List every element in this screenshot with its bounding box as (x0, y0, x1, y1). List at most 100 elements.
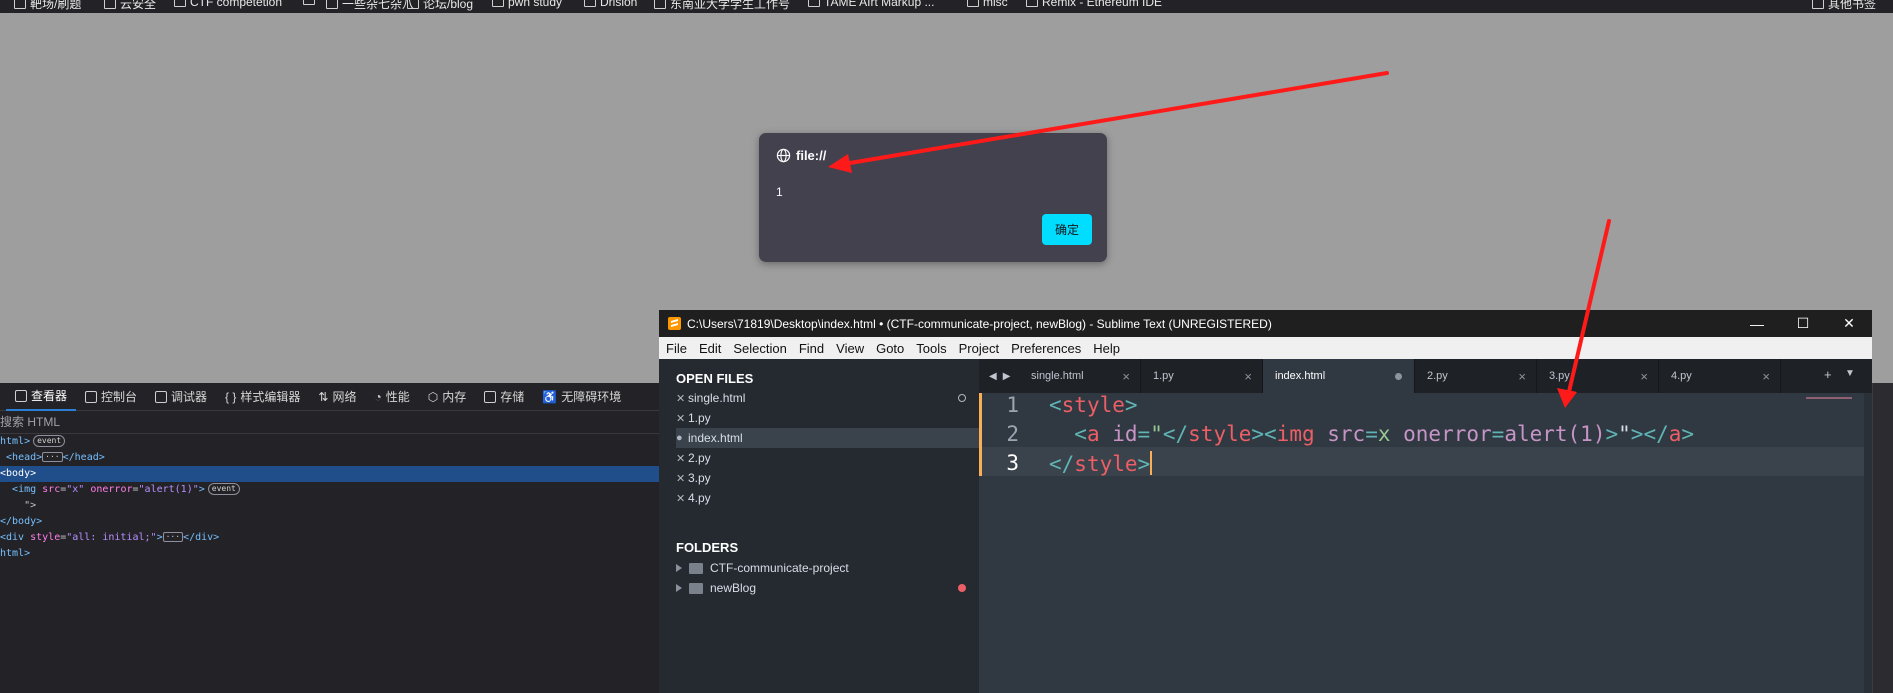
minimize-button[interactable]: — (1734, 310, 1780, 337)
bookmark-item[interactable]: 靶场/刷题 (14, 0, 81, 12)
open-file-item-active[interactable]: ● index.html (676, 428, 979, 448)
event-badge[interactable]: event (207, 483, 240, 495)
dom-node[interactable]: <img src="x" onerror="alert(1)"> event (0, 482, 660, 498)
close-button[interactable]: ✕ (1826, 310, 1872, 337)
tab-bar: ◀ ▶ single.html × 1.py × index.html 2.py × 3… (979, 359, 1872, 393)
tab-prev-icon[interactable]: ◀ (989, 371, 997, 382)
dom-node-selected[interactable]: <body> (0, 466, 660, 482)
close-icon[interactable]: × (1122, 369, 1130, 384)
menu-file[interactable]: File (666, 341, 687, 356)
folder-icon (492, 0, 504, 7)
menu-view[interactable]: View (836, 341, 864, 356)
bookmark-item[interactable]: CTF competetion (174, 0, 282, 9)
close-icon[interactable]: ✕ (676, 392, 688, 405)
menu-edit[interactable]: Edit (699, 341, 721, 356)
network-icon: ⇅ (318, 389, 329, 404)
dom-node[interactable]: html> event (0, 434, 660, 450)
tab[interactable]: 3.py × (1537, 359, 1659, 393)
bookmark-item[interactable]: 论坛/blog (407, 0, 473, 12)
menu-project[interactable]: Project (959, 341, 999, 356)
close-icon[interactable]: × (1518, 369, 1526, 384)
tab[interactable]: 2.py × (1415, 359, 1537, 393)
unsaved-ring-icon (958, 394, 966, 402)
folder-item[interactable]: CTF-communicate-project (676, 558, 849, 578)
menu-tools[interactable]: Tools (916, 341, 946, 356)
tab-debugger[interactable]: 调试器 (146, 383, 216, 411)
bookmark-item[interactable] (303, 0, 319, 5)
tab[interactable]: 4.py × (1659, 359, 1781, 393)
bookmark-item[interactable]: 一些杂七杂八 (326, 0, 414, 12)
dom-node[interactable]: <head> ··· </head> (0, 450, 660, 466)
folder-icon (407, 0, 419, 9)
open-file-item[interactable]: ✕ single.html (676, 388, 979, 408)
tab-active[interactable]: index.html (1263, 359, 1415, 393)
menu-preferences[interactable]: Preferences (1011, 341, 1081, 356)
open-file-item[interactable]: ✕ 3.py (676, 468, 979, 488)
bookmark-item[interactable]: 其他书签 (1812, 0, 1876, 12)
maximize-button[interactable]: ☐ (1780, 310, 1826, 337)
tab-memory[interactable]: ⬡ 内存 (419, 383, 476, 411)
tab-performance[interactable]: ◔ 性能 (366, 383, 419, 411)
dirty-dot-icon (1395, 372, 1402, 380)
close-icon[interactable]: × (1762, 369, 1770, 384)
menu-find[interactable]: Find (799, 341, 824, 356)
tab-accessibility[interactable]: ♿ 无障碍环境 (533, 383, 630, 411)
collapsed-dots-icon[interactable]: ··· (42, 452, 63, 462)
bookmark-item[interactable]: TAME AIrt Markup ... (808, 0, 934, 9)
bookmark-item[interactable]: 云安全 (104, 0, 156, 12)
html-search-input[interactable]: 搜索 HTML (0, 411, 660, 434)
close-icon[interactable]: × (1244, 369, 1252, 384)
folder-icon (303, 0, 315, 5)
bookmark-item[interactable]: misc (967, 0, 1008, 9)
line-number: 2 (1006, 422, 1019, 446)
sublime-logo-icon (668, 317, 681, 330)
event-badge[interactable]: event (33, 435, 66, 447)
close-icon[interactable]: × (1640, 369, 1648, 384)
line-number-gutter: 1 2 3 (979, 393, 1049, 693)
tab[interactable]: 1.py × (1141, 359, 1263, 393)
bookmark-item[interactable]: 东南亚大学学生工作号 (654, 0, 790, 12)
alert-ok-button[interactable]: 确定 (1042, 214, 1092, 245)
tab-list-icon[interactable]: ▼ (1845, 368, 1855, 379)
code-line: </style> (1049, 451, 1153, 476)
expand-arrow-icon[interactable] (676, 584, 682, 592)
open-file-item[interactable]: ✕ 4.py (676, 488, 979, 508)
menu-help[interactable]: Help (1093, 341, 1120, 356)
tab[interactable]: single.html × (1019, 359, 1141, 393)
menu-goto[interactable]: Goto (876, 341, 904, 356)
bookmark-item[interactable]: Remix - Ethereum IDE (1026, 0, 1162, 9)
tab-next-icon[interactable]: ▶ (1003, 371, 1011, 382)
dom-node[interactable]: html> (0, 546, 660, 562)
braces-icon: { } (225, 389, 237, 404)
collapsed-dots-icon[interactable]: ··· (162, 532, 184, 542)
bookmark-item[interactable]: Drision (584, 0, 637, 9)
globe-icon (776, 148, 791, 163)
close-icon: ✕ (1843, 315, 1855, 331)
dom-node[interactable]: "> (0, 498, 660, 514)
expand-arrow-icon[interactable] (676, 564, 682, 572)
tab-storage[interactable]: 存储 (475, 383, 533, 411)
dom-node[interactable]: </body> (0, 514, 660, 530)
menu-selection[interactable]: Selection (733, 341, 786, 356)
editor[interactable]: 1 2 3 <style> <a id="</style><img src=x … (979, 393, 1872, 693)
text-caret (1150, 451, 1153, 475)
close-icon[interactable]: ✕ (676, 492, 688, 505)
minimap[interactable] (1806, 397, 1852, 399)
open-file-item[interactable]: ✕ 2.py (676, 448, 979, 468)
tab-console[interactable]: 控制台 (76, 383, 146, 411)
close-icon[interactable]: ✕ (676, 412, 688, 425)
storage-icon (484, 390, 497, 403)
folder-item[interactable]: newBlog (676, 578, 756, 598)
tab-style-editor[interactable]: { } 样式编辑器 (216, 383, 309, 411)
new-tab-icon[interactable]: + (1824, 367, 1832, 382)
open-file-item[interactable]: ✕ 1.py (676, 408, 979, 428)
bookmark-item[interactable]: pwn study (492, 0, 562, 9)
tab-network[interactable]: ⇅ 网络 (309, 383, 365, 411)
devtools-panel: 查看器 控制台 调试器 { } 样式编辑器 ⇅ 网络 ◔ 性能 ⬡ 内存 存储 ♿ 无障碍… (0, 383, 660, 693)
folder-icon (14, 0, 26, 9)
close-icon[interactable]: ✕ (676, 472, 688, 485)
tab-inspector[interactable]: 查看器 (6, 383, 77, 411)
close-icon[interactable]: ✕ (676, 452, 688, 465)
dom-node[interactable]: <div style="all: initial;"> ··· </div> (0, 530, 660, 546)
vertical-scrollbar[interactable] (1864, 393, 1872, 693)
